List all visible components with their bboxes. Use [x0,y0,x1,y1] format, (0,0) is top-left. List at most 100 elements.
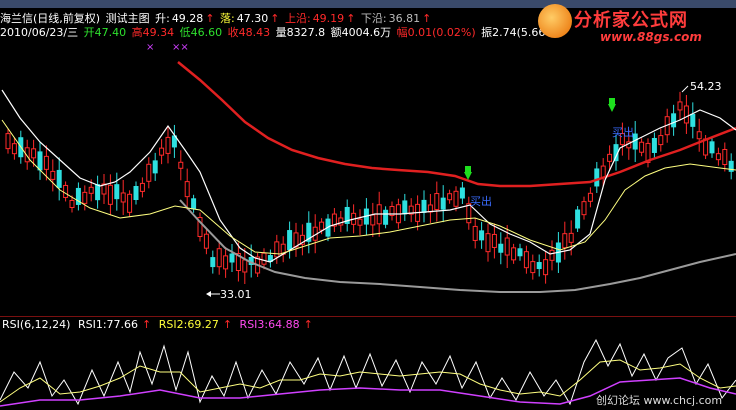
candle-body [607,153,613,162]
volume-label: 量 [275,26,287,39]
rsi2-arrow-icon: ↑ [222,318,233,331]
candle-body [504,237,510,256]
candle-body [581,201,587,216]
rsi3-label: RSI3: [239,318,269,331]
signal-label-2: 买出 [612,126,634,139]
rsi3-value: 64.88 [268,318,300,331]
candle-body [63,184,69,198]
candle-body [139,182,145,192]
lower-arrow-icon: ↑ [422,12,432,25]
candle-body [152,160,158,174]
header-row-2: 2010/06/23/三 开47.40 高49.34 低46.60 收48.43… [0,26,547,40]
marker-x-1: × [146,42,154,53]
stock-title: 海兰信(日线,前复权) [0,12,101,25]
candle-body [37,151,43,171]
indicator-name[interactable]: 测试主图 [106,12,150,26]
volume-value: 8327.8 [286,26,326,39]
candle-body [210,257,216,268]
candle-body [133,186,139,200]
candle-body [511,247,517,261]
candle-body [696,131,702,140]
lower-value: 36.81 [388,12,421,25]
rsi1-arrow-icon: ↑ [142,318,152,331]
candle-body [715,153,721,161]
candle-body [146,163,152,182]
candle-body [107,184,113,205]
candle-body [453,190,459,207]
amount-label: 额 [330,26,342,39]
rsi1-value: 77.66 [106,318,139,331]
down-label: 落: [220,12,235,25]
candle-body [485,233,491,253]
candle-body [319,221,325,231]
candle-body [242,259,248,273]
candle-body [491,233,497,248]
candle-body [184,181,190,198]
price-chart[interactable]: × ×× [0,40,736,316]
candle-body [203,233,209,249]
candle-body [165,136,171,154]
signal-label-1: 买出 [470,195,492,208]
moving-averages [1,61,736,293]
down-value: 47.30 [236,12,269,25]
buy-arrow-icon-2 [608,104,616,112]
candle-body [568,232,574,243]
marker-x-2: ×× [172,42,189,53]
up-arrow-icon: ↑ [205,12,215,25]
open-value: 47.40 [94,26,127,39]
header-row-1: 海兰信(日线,前复权) 测试主图 升: 49.28 ↑ 落: 47.30 ↑ 上沿: 49… [0,12,433,26]
candle-body [338,217,344,226]
candle-body [658,135,664,146]
candle-body [88,186,94,194]
ma-gray-line [179,199,736,293]
candle-body [370,214,376,226]
candle-body [82,191,88,204]
candle-body [677,101,683,111]
low-price-label: 33.01 [220,288,252,301]
ma-white-line [1,89,736,263]
candle-body [440,197,446,210]
up-label: 升: [155,12,170,25]
rsi-title[interactable]: RSI(6,12,24) [2,318,70,331]
low-label: 低 [179,26,191,39]
candle-body [651,137,657,153]
open-label: 开 [83,26,95,39]
high-label: 高 [131,26,143,39]
candle-body [127,193,133,213]
candle-body [191,198,197,210]
candle-body [671,113,677,128]
watermark: 创幻论坛 www.chcj.com [596,394,723,407]
rsi1-label: RSI1: [77,318,107,331]
amplitude-label: 振 [481,26,493,39]
candle-body [216,248,222,268]
candle-body [120,192,126,203]
candle-body [11,143,17,155]
candle-body [459,187,465,199]
down-arrow-icon: ↑ [270,12,280,25]
high-value: 49.34 [142,26,175,39]
candle-body [530,261,536,274]
candle-body [402,200,408,215]
high-pointer-line [681,85,689,93]
candle-body [69,200,75,208]
quote-date: 2010/06/23/三 [0,26,79,39]
upper-value: 49.19 [312,12,345,25]
logo-name: 分析家公式网 [574,10,688,31]
rsi-header: RSI(6,12,24) RSI1:77.66 ↑ RSI2:69.27 ↑ RSI… [2,318,317,332]
rsi2-value: 69.27 [187,318,219,331]
upper-arrow-icon: ↑ [346,12,356,25]
candle-body [43,155,49,170]
change-value: 0.01(0.02%) [407,26,476,39]
candle-body [683,105,689,124]
candle-body [50,170,56,180]
candle-body [722,149,728,165]
candle-body [575,209,581,229]
candle-body [594,168,600,187]
candle-body [421,199,427,213]
candle-body [434,193,440,211]
candle-body [498,243,504,253]
up-value: 49.28 [171,12,204,25]
ma-red-line [177,61,736,188]
close-label: 收 [227,26,239,39]
candle-body [587,192,593,202]
